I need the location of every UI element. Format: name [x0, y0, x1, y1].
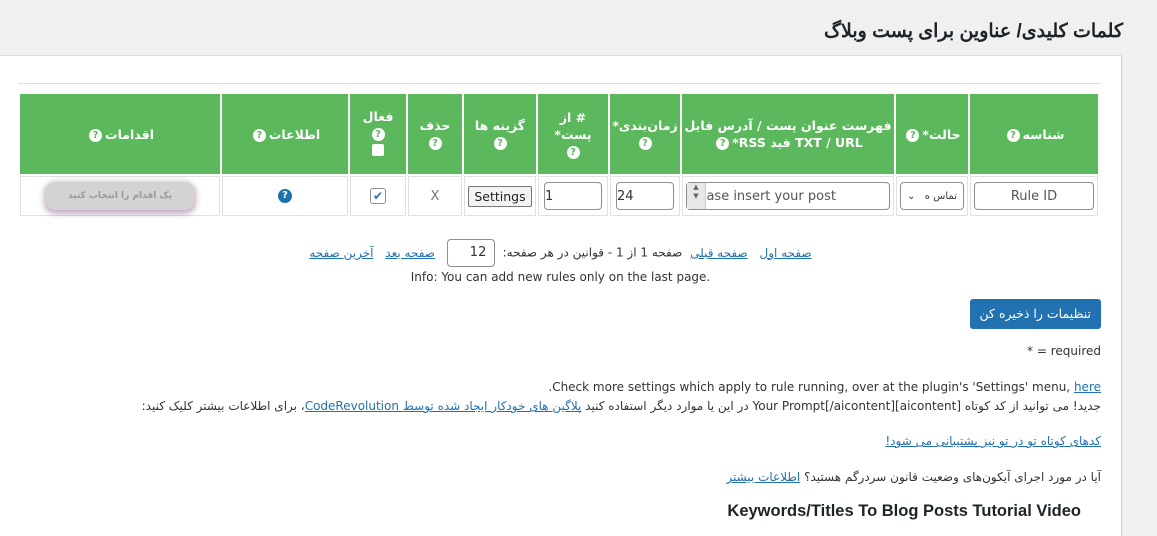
- more-info-link[interactable]: اطلاعات بیشتر: [726, 470, 800, 484]
- delete-icon[interactable]: X: [431, 189, 440, 204]
- table-row: Rule ID تماس ه ⌄ ▲ ▼ Please insert your pos…: [20, 176, 1098, 216]
- divider: [18, 83, 1101, 84]
- select-all-checkbox[interactable]: [372, 144, 384, 156]
- header-active: فعال?: [350, 94, 406, 174]
- post-count-input[interactable]: 1: [544, 182, 602, 210]
- help-icon[interactable]: ?: [428, 137, 442, 150]
- settings-note: Check more settings which apply to rule …: [548, 380, 1101, 394]
- per-page-input[interactable]: 12: [446, 239, 495, 267]
- help-icon[interactable]: ?: [638, 137, 652, 150]
- chevron-down-icon: ⌄: [907, 190, 916, 202]
- info-text: Info: You can add new rules only on the …: [410, 270, 711, 284]
- settings-panel: شناسه? حالت*? فهرست عنوان پست / آدرس فای…: [0, 55, 1122, 536]
- icons-note: آیا در مورد اجرای آیکون‌های وضعیت قانون …: [726, 470, 1101, 484]
- prev-page-link[interactable]: صفحه قبلی: [690, 246, 748, 260]
- pagination: صفحه اول صفحه قبلی صفحه 1 از 1 - قوانین …: [0, 239, 1121, 267]
- header-info: اطلاعات?: [222, 94, 348, 174]
- header-schedule: زمان‌بندی*?: [610, 94, 680, 174]
- help-icon[interactable]: ?: [493, 137, 507, 150]
- video-title: Keywords/Titles To Blog Posts Tutorial V…: [727, 502, 1081, 520]
- save-settings-button[interactable]: تنظیمات را ذخیره کن: [969, 299, 1101, 329]
- help-icon[interactable]: ?: [566, 145, 580, 159]
- active-checkbox[interactable]: ✔: [370, 188, 386, 204]
- header-status: حالت*?: [896, 94, 968, 174]
- rule-id-input[interactable]: Rule ID: [974, 182, 1094, 210]
- coderevolution-link[interactable]: پلاگین های خودکار ایجاد شده توسط CodeRev…: [305, 399, 582, 413]
- header-list: فهرست عنوان پست / آدرس فایل TXT / URL فی…: [682, 94, 894, 174]
- required-note: * = required: [1027, 344, 1101, 358]
- action-select[interactable]: یک اقدام را انتخاب کنید: [46, 182, 194, 210]
- last-page-link[interactable]: آخرین صفحه: [309, 246, 373, 260]
- nested-shortcodes-note: کدهای کوتاه تو در تو نیز پشتیبانی می شود…: [885, 434, 1101, 448]
- page-title: کلمات کلیدی/ عناوین برای پست وبلاگ: [824, 21, 1123, 42]
- header-delete: حذف?: [408, 94, 462, 174]
- settings-button[interactable]: Settings: [468, 185, 532, 207]
- shortcode-note: جدید! می توانید از کد کوتاه [aicontent]Y…: [141, 399, 1101, 413]
- help-icon[interactable]: ?: [371, 128, 385, 141]
- page-status: صفحه 1 از 1 - قوانین در هر صفحه:: [502, 245, 683, 260]
- resize-handle-icon[interactable]: ▲ ▼: [687, 183, 706, 209]
- header-actions: اقدامات?: [20, 94, 220, 174]
- header-options: گزینه ها?: [464, 94, 536, 174]
- status-select[interactable]: تماس ه ⌄: [900, 182, 964, 210]
- table-header-row: شناسه? حالت*? فهرست عنوان پست / آدرس فای…: [20, 94, 1098, 174]
- nested-shortcodes-link[interactable]: کدهای کوتاه تو در تو نیز پشتیبانی می شود…: [885, 434, 1101, 448]
- first-page-link[interactable]: صفحه اول: [760, 246, 812, 260]
- rules-table: شناسه? حالت*? فهرست عنوان پست / آدرس فای…: [18, 92, 1100, 218]
- post-list-textarea[interactable]: ▲ ▼ Please insert your post: [686, 182, 890, 210]
- header-id: شناسه?: [970, 94, 1098, 174]
- help-icon[interactable]: ?: [252, 128, 266, 142]
- next-page-link[interactable]: صفحه بعد: [385, 246, 435, 260]
- header-count: # از پست*?: [538, 94, 608, 174]
- help-icon[interactable]: ?: [89, 128, 103, 142]
- info-icon[interactable]: ?: [278, 189, 292, 204]
- here-link[interactable]: here: [1074, 380, 1101, 394]
- schedule-input[interactable]: 24: [616, 182, 674, 210]
- help-icon[interactable]: ?: [716, 137, 730, 150]
- help-icon[interactable]: ?: [1006, 128, 1020, 142]
- help-icon[interactable]: ?: [906, 128, 920, 142]
